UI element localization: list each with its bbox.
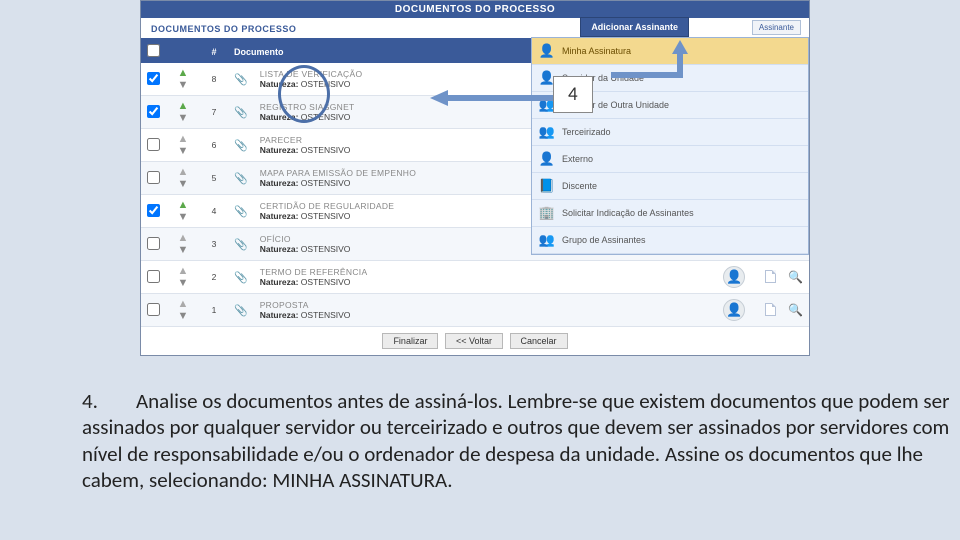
- row-checkbox[interactable]: [147, 138, 160, 151]
- dropdown-item-4[interactable]: 👤 Externo: [532, 146, 808, 173]
- annotation-arrow-up: [602, 40, 688, 78]
- row-number: 8: [200, 63, 228, 96]
- row-checkbox[interactable]: [147, 72, 160, 85]
- move-up-icon[interactable]: ▲: [178, 298, 189, 310]
- annotation-arrow-left: [430, 90, 555, 106]
- row-number: 7: [200, 96, 228, 129]
- move-down-icon[interactable]: ▼: [178, 145, 189, 157]
- dropdown-item-label: Externo: [562, 154, 593, 164]
- row-checkbox[interactable]: [147, 270, 160, 283]
- document-nature: Natureza: OSTENSIVO: [260, 310, 687, 320]
- footer-buttons: Finalizar << Voltar Cancelar: [141, 327, 809, 355]
- move-down-icon[interactable]: ▼: [178, 79, 189, 91]
- page-icon[interactable]: [765, 303, 776, 316]
- row-number: 3: [200, 228, 228, 261]
- attachment-icon[interactable]: 📎: [234, 206, 248, 218]
- dropdown-item-label: Terceirizado: [562, 127, 611, 137]
- dropdown-item-7[interactable]: 👥 Grupo de Assinantes: [532, 227, 808, 254]
- attachment-icon[interactable]: 📎: [234, 239, 248, 251]
- avatar-icon: 👤: [723, 266, 745, 288]
- document-cell[interactable]: TERMO DE REFERÊNCIANatureza: OSTENSIVO: [254, 261, 693, 294]
- callout-number: 4: [553, 76, 593, 113]
- book-icon: 📘: [538, 177, 556, 195]
- dropdown-item-3[interactable]: 👥 Terceirizado: [532, 119, 808, 146]
- table-row: ▲ ▼ 2 📎 TERMO DE REFERÊNCIANatureza: OSTENS…: [141, 261, 809, 294]
- row-checkbox[interactable]: [147, 105, 160, 118]
- header-spacer: [166, 40, 200, 63]
- attachment-icon[interactable]: 📎: [234, 74, 248, 86]
- dropdown-item-label: Discente: [562, 181, 597, 191]
- row-checkbox[interactable]: [147, 204, 160, 217]
- move-up-icon[interactable]: ▲: [178, 232, 189, 244]
- instruction-number: 4.: [82, 388, 136, 414]
- cancel-button[interactable]: Cancelar: [510, 333, 568, 349]
- spacer: [693, 294, 710, 327]
- row-number: 1: [200, 294, 228, 327]
- spacer: [693, 261, 710, 294]
- move-down-icon[interactable]: ▼: [178, 277, 189, 289]
- dropdown-item-6[interactable]: 🏢 Solicitar Indicação de Assinantes: [532, 200, 808, 227]
- row-checkbox[interactable]: [147, 237, 160, 250]
- attachment-icon[interactable]: 📎: [234, 140, 248, 152]
- move-down-icon[interactable]: ▼: [178, 211, 189, 223]
- row-number: 5: [200, 162, 228, 195]
- finalize-button[interactable]: Finalizar: [382, 333, 438, 349]
- building-icon: 🏢: [538, 204, 556, 222]
- magnifier-icon[interactable]: 🔍: [788, 270, 803, 284]
- move-up-icon[interactable]: ▲: [178, 100, 189, 112]
- move-down-icon[interactable]: ▼: [178, 178, 189, 190]
- user-icon: 👤: [538, 150, 556, 168]
- panel-header: DOCUMENTOS DO PROCESSO Adicionar Assinan…: [141, 18, 809, 38]
- table-row: ▲ ▼ 1 📎 PROPOSTANatureza: OSTENSIVO 👤 🔍: [141, 294, 809, 327]
- move-down-icon[interactable]: ▼: [178, 244, 189, 256]
- row-number: 4: [200, 195, 228, 228]
- window-title: DOCUMENTOS DO PROCESSO: [141, 1, 809, 18]
- add-signer-button[interactable]: Adicionar Assinante: [580, 17, 689, 37]
- page-icon[interactable]: [765, 270, 776, 283]
- instruction-text: 4.Analise os documentos antes de assiná-…: [82, 388, 960, 493]
- move-down-icon[interactable]: ▼: [178, 310, 189, 322]
- users-icon: 👥: [538, 123, 556, 141]
- attachment-icon[interactable]: 📎: [234, 272, 248, 284]
- move-up-icon[interactable]: ▲: [178, 67, 189, 79]
- dropdown-item-label: Solicitar Indicação de Assinantes: [562, 208, 694, 218]
- move-up-icon[interactable]: ▲: [178, 265, 189, 277]
- row-number: 6: [200, 129, 228, 162]
- row-number: 2: [200, 261, 228, 294]
- back-button[interactable]: << Voltar: [445, 333, 503, 349]
- move-down-icon[interactable]: ▼: [178, 112, 189, 124]
- users-icon: 👥: [538, 231, 556, 249]
- move-up-icon[interactable]: ▲: [178, 133, 189, 145]
- magnifier-icon[interactable]: 🔍: [788, 303, 803, 317]
- attachment-icon[interactable]: 📎: [234, 305, 248, 317]
- document-title: PROPOSTA: [260, 300, 687, 310]
- move-up-icon[interactable]: ▲: [178, 166, 189, 178]
- move-up-icon[interactable]: ▲: [178, 199, 189, 211]
- row-checkbox[interactable]: [147, 303, 160, 316]
- row-checkbox[interactable]: [147, 171, 160, 184]
- app-window: DOCUMENTOS DO PROCESSO DOCUMENTOS DO PRO…: [140, 0, 810, 356]
- avatar-icon: 👤: [723, 299, 745, 321]
- signer-chip[interactable]: Assinante: [752, 20, 801, 35]
- document-cell[interactable]: PROPOSTANatureza: OSTENSIVO: [254, 294, 693, 327]
- header-num: #: [200, 40, 228, 63]
- header-checkbox[interactable]: [141, 40, 166, 63]
- document-title: TERMO DE REFERÊNCIA: [260, 267, 687, 277]
- dropdown-item-5[interactable]: 📘 Discente: [532, 173, 808, 200]
- panel-title: DOCUMENTOS DO PROCESSO: [151, 24, 296, 34]
- document-nature: Natureza: OSTENSIVO: [260, 277, 687, 287]
- attachment-icon[interactable]: 📎: [234, 173, 248, 185]
- instruction-body: Analise os documentos antes de assiná-lo…: [82, 388, 949, 493]
- dropdown-item-label: Grupo de Assinantes: [562, 235, 646, 245]
- attachment-icon[interactable]: 📎: [234, 107, 248, 119]
- user-icon: 👤: [538, 42, 556, 60]
